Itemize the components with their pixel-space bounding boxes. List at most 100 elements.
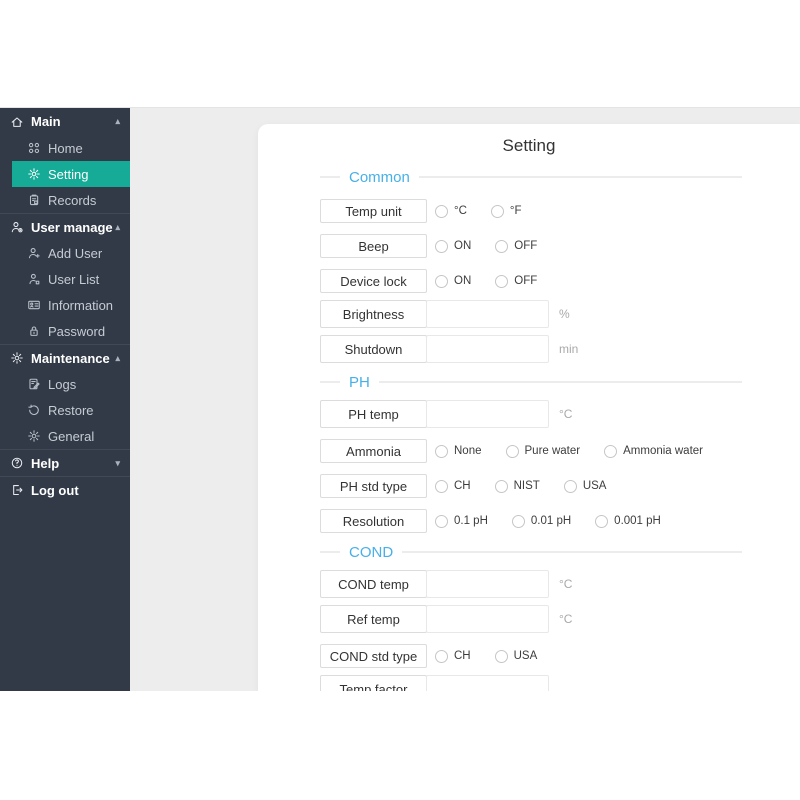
- radio-ammonia-none[interactable]: None: [435, 445, 482, 458]
- add-user-icon: [27, 246, 41, 260]
- section-line: [379, 381, 742, 383]
- radio-option-label: 0.01 pH: [531, 515, 571, 527]
- radio-option-label: OFF: [514, 275, 537, 287]
- row-ph-std-type: PH std typeCHNISTUSA: [320, 474, 742, 498]
- radio-option-label: Ammonia water: [623, 445, 703, 457]
- section-dash: [320, 381, 340, 383]
- radio-circle-icon: [435, 205, 448, 218]
- sidebar-group-label: Maintenance: [31, 351, 110, 366]
- radio-circle-icon: [435, 275, 448, 288]
- field-label: Device lock: [320, 269, 427, 293]
- records-icon: [27, 193, 41, 207]
- radio-ammonia-pure-water[interactable]: Pure water: [506, 445, 581, 458]
- section-header-cond: COND: [320, 541, 742, 563]
- radio-beep-on[interactable]: ON: [435, 240, 471, 253]
- radio-device-lock-on[interactable]: ON: [435, 275, 471, 288]
- sidebar-item-records[interactable]: Records: [0, 187, 130, 213]
- radio-circle-icon: [595, 515, 608, 528]
- radio-circle-icon: [435, 650, 448, 663]
- sidebar-item-general[interactable]: General: [0, 423, 130, 449]
- radio-option-label: USA: [583, 480, 607, 492]
- ammonia-radio-group: None Pure water Ammonia water: [435, 439, 727, 463]
- row-ref-temp: Ref temp°C: [320, 605, 742, 633]
- radio-option-label: ON: [454, 240, 471, 252]
- sidebar-group-label: Main: [31, 114, 61, 129]
- temp-factor-input[interactable]: [426, 675, 549, 691]
- radio-option-label: NIST: [514, 480, 540, 492]
- page-title: Setting: [258, 124, 800, 158]
- shutdown-input[interactable]: [426, 335, 549, 363]
- sidebar-item-user-list[interactable]: User List: [0, 266, 130, 292]
- settings-card: Setting CommonTemp unit°C°FBeepONOFFDevi…: [258, 124, 800, 691]
- sidebar: Main▴HomeSetting Records User manage▴Add U…: [0, 108, 130, 691]
- brightness-input[interactable]: [426, 300, 549, 328]
- sidebar-group-maintenance[interactable]: Maintenance▴: [0, 344, 130, 371]
- ref-temp-input[interactable]: [426, 605, 549, 633]
- radio-option-label: USA: [514, 650, 538, 662]
- sidebar-item-label: Restore: [48, 403, 94, 418]
- radio-option-label: 0.001 pH: [614, 515, 661, 527]
- maintenance-gear-icon: [10, 351, 25, 365]
- section-title: PH: [349, 374, 370, 391]
- cond-std-type-radio-group: CH USA: [435, 644, 561, 668]
- sidebar-item-add-user[interactable]: Add User: [0, 240, 130, 266]
- radio-circle-icon: [435, 240, 448, 253]
- user-list-icon: [27, 272, 41, 286]
- help-icon: [10, 456, 25, 470]
- row-cond-temp: COND temp °C: [320, 570, 742, 598]
- radio-ph-std-type-nist[interactable]: NIST: [495, 480, 540, 493]
- radio-ph-std-type-usa[interactable]: USA: [564, 480, 607, 493]
- radio-option-label: OFF: [514, 240, 537, 252]
- radio-cond-std-type-ch[interactable]: CH: [435, 650, 471, 663]
- section-header-ph: PH: [320, 371, 742, 393]
- grid-menu-icon: [27, 141, 41, 155]
- radio-temp-unit-f[interactable]: °F: [491, 205, 522, 218]
- settings-form: CommonTemp unit°C°FBeepONOFFDevice lockO…: [258, 166, 800, 691]
- gear-icon: [27, 167, 41, 181]
- radio-resolution-0-01-ph[interactable]: 0.01 pH: [512, 515, 571, 528]
- sidebar-item-label: User List: [48, 272, 99, 287]
- cond-temp-input[interactable]: [426, 570, 549, 598]
- app-frame: Main▴HomeSettingRecordsUser manage▴Add U…: [0, 107, 800, 691]
- sidebar-item-restore[interactable]: Restore: [0, 397, 130, 423]
- unit-label: °C: [559, 577, 572, 591]
- radio-device-lock-off[interactable]: OFF: [495, 275, 537, 288]
- radio-beep-off[interactable]: OFF: [495, 240, 537, 253]
- general-gear-icon: [27, 429, 41, 443]
- sidebar-item-label: Logs: [48, 377, 76, 392]
- field-label: Shutdown: [320, 335, 427, 363]
- unit-label: %: [559, 307, 570, 321]
- ph-temp-input[interactable]: [426, 400, 549, 428]
- radio-resolution-0-1-ph[interactable]: 0.1 pH: [435, 515, 488, 528]
- radio-cond-std-type-usa[interactable]: USA: [495, 650, 538, 663]
- user-manage-icon: [10, 220, 25, 234]
- radio-circle-icon: [512, 515, 525, 528]
- sidebar-item-logs[interactable]: Logs: [0, 371, 130, 397]
- sidebar-group-main[interactable]: Main▴: [0, 108, 130, 135]
- radio-ammonia-ammonia-water[interactable]: Ammonia water: [604, 445, 703, 458]
- row-cond-std-type: COND std typeCHUSA: [320, 644, 742, 668]
- radio-temp-unit-c[interactable]: °C: [435, 205, 467, 218]
- sidebar-item-setting[interactable]: Setting: [12, 161, 130, 187]
- sidebar-item-password[interactable]: Password: [0, 318, 130, 344]
- sidebar-group-user-manage[interactable]: User manage▴: [0, 213, 130, 240]
- chevron-down-icon: ▾: [115, 458, 120, 469]
- sidebar-item-information[interactable]: Information: [0, 292, 130, 318]
- radio-circle-icon: [435, 515, 448, 528]
- radio-resolution-0-001-ph[interactable]: 0.001 pH: [595, 515, 661, 528]
- field-label: Temp unit: [320, 199, 427, 223]
- sidebar-item-home[interactable]: Home: [0, 135, 130, 161]
- field-label: Ref temp: [320, 605, 427, 633]
- field-label: COND temp: [320, 570, 427, 598]
- beep-radio-group: ON OFF: [435, 234, 561, 258]
- section-title: Common: [349, 169, 410, 186]
- device-lock-radio-group: ON OFF: [435, 269, 561, 293]
- section-line: [419, 176, 742, 178]
- radio-ph-std-type-ch[interactable]: CH: [435, 480, 471, 493]
- sidebar-group-help[interactable]: Help▾: [0, 449, 130, 476]
- lock-icon: [27, 324, 41, 338]
- sidebar-group-label: Log out: [31, 483, 79, 498]
- section-dash: [320, 176, 340, 178]
- sidebar-group-log-out[interactable]: Log out: [0, 476, 130, 503]
- sidebar-item-label: Records: [48, 193, 96, 208]
